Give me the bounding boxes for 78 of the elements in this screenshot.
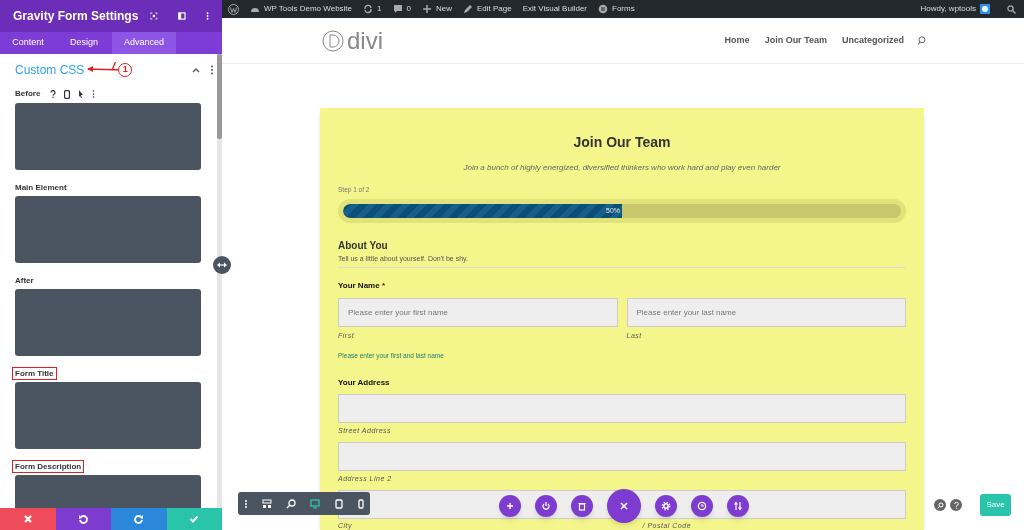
undo-icon [78, 514, 89, 524]
text-input[interactable] [338, 394, 906, 423]
check-icon [189, 514, 200, 524]
comment-icon [392, 4, 403, 14]
close-icon [619, 501, 629, 511]
text-input[interactable]: Please enter your first name [338, 298, 618, 328]
more-icon[interactable] [92, 90, 96, 98]
field-label: Main Element [14, 182, 68, 194]
gear-icon [661, 501, 671, 511]
trash-icon [577, 501, 587, 511]
admin-bar-link[interactable]: 1 [363, 3, 382, 15]
sidebar-icon[interactable] [178, 11, 186, 21]
nav-link[interactable]: Uncategorized [842, 33, 904, 48]
more-icon[interactable] [210, 65, 214, 75]
admin-bar-link[interactable]: Forms [598, 3, 635, 15]
forms-icon [598, 4, 608, 14]
more-icon[interactable] [205, 11, 209, 21]
discard-button[interactable] [0, 508, 56, 530]
sort-arrows-icon [733, 501, 743, 511]
logo-mark-icon [322, 29, 344, 52]
tablet-icon[interactable] [334, 498, 344, 509]
layout-icon[interactable] [262, 498, 272, 509]
admin-bar-link[interactable]: Exit Visual Builder [522, 3, 587, 15]
css-input-field[interactable] [15, 475, 201, 508]
redo-icon [133, 514, 144, 524]
phone-icon[interactable] [64, 89, 71, 99]
more-icon[interactable] [244, 498, 248, 509]
tab[interactable]: Design [56, 32, 112, 54]
field-label: Your Address [338, 377, 390, 389]
collapse-icon[interactable] [192, 67, 200, 73]
tab[interactable]: Advanced [112, 32, 176, 54]
admin-bar-link[interactable]: New [421, 3, 452, 15]
undo-button[interactable] [55, 508, 111, 530]
refresh-icon [363, 4, 374, 14]
text-input[interactable]: Please enter your last name [626, 298, 906, 328]
nav-link[interactable]: Home [724, 33, 750, 48]
pencil-icon [462, 4, 473, 14]
desktop-icon[interactable] [310, 498, 320, 509]
help-icon[interactable] [50, 90, 57, 98]
resize-icon [217, 262, 227, 268]
panel-title: Gravity Form Settings [13, 8, 139, 25]
tab[interactable]: Content [0, 32, 56, 54]
search-icon [936, 501, 944, 509]
section-heading: About You [338, 238, 388, 253]
site-logo[interactable]: divi [322, 22, 383, 59]
admin-bar-link[interactable]: 0 [392, 3, 411, 15]
pointer-icon[interactable] [78, 90, 85, 98]
plus-icon [421, 4, 432, 14]
search-icon[interactable] [917, 36, 926, 45]
scrollbar-thumb[interactable] [217, 54, 222, 139]
css-input-field[interactable] [15, 196, 201, 263]
field-label: After [14, 275, 35, 287]
form-description: Join a bunch of highly energized, diversified thinkers who work hard and play even harder [463, 162, 781, 174]
wordpress-logo-icon[interactable] [228, 3, 239, 15]
avatar-icon [980, 4, 990, 14]
field-label: Form Title [12, 367, 57, 380]
admin-bar-link[interactable]: Edit Page [462, 3, 512, 15]
css-input-field[interactable] [15, 289, 201, 356]
text-input[interactable] [338, 442, 906, 471]
nav-link[interactable]: Join Our Team [764, 33, 827, 48]
form-title: Join Our Team [573, 133, 671, 152]
power-icon [541, 501, 551, 511]
css-input-field[interactable] [15, 103, 201, 170]
clock-icon [697, 501, 707, 511]
account-link[interactable]: Howdy, wptools [920, 3, 990, 15]
field-label: Your Name * [338, 280, 385, 293]
plus-icon [505, 501, 515, 511]
close-icon [22, 514, 33, 524]
field-label: Before [15, 88, 41, 100]
field-label: Form Description [12, 460, 85, 473]
annotation-number: 1 [118, 63, 133, 77]
admin-bar-link[interactable]: WP Tools Demo Website [250, 3, 353, 15]
expand-icon[interactable] [150, 11, 159, 21]
redo-button[interactable] [111, 508, 167, 530]
help-icon [953, 501, 959, 509]
search-icon[interactable] [1007, 4, 1016, 14]
css-input-field[interactable] [15, 382, 201, 449]
zoom-icon[interactable] [286, 498, 296, 509]
